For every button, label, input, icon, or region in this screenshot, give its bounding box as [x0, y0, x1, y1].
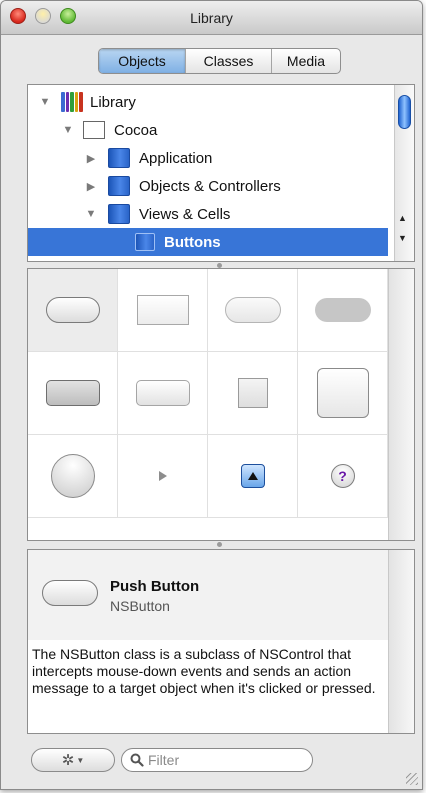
push-button-preview-icon — [42, 580, 98, 606]
object-name: Push Button — [110, 578, 200, 595]
palette-item-textured-rounded-button[interactable] — [28, 352, 118, 435]
scroll-thumb[interactable] — [398, 95, 411, 129]
library-books-icon — [61, 92, 83, 112]
object-palette: ? — [27, 268, 415, 541]
rounded-rect-button-icon — [224, 297, 281, 323]
object-info-panel: Push Button NSButton The NSButton class … — [27, 549, 415, 734]
tree-item-library[interactable]: ▼ Library — [28, 88, 388, 116]
object-class: NSButton — [110, 598, 170, 614]
palette-item-recessed-button[interactable] — [298, 269, 388, 352]
disclosure-expanded-icon[interactable]: ▼ — [38, 96, 52, 108]
outline-scrollbar[interactable]: ▲ ▼ — [394, 85, 414, 261]
disclosure-expanded-icon[interactable]: ▼ — [61, 124, 75, 136]
tab-objects[interactable]: Objects — [99, 49, 186, 73]
blue-folder-icon — [108, 176, 130, 196]
palette-scrollbar[interactable] — [388, 269, 414, 540]
tree-item-buttons[interactable]: Buttons — [28, 228, 388, 256]
palette-item-bevel-button[interactable] — [208, 352, 298, 435]
disclosure-collapsed-icon[interactable]: ▶ — [84, 180, 98, 193]
tree-item-label: Buttons — [164, 233, 221, 251]
info-scrollbar[interactable] — [388, 550, 414, 733]
chevron-down-icon: ▼ — [76, 755, 85, 765]
tab-classes[interactable]: Classes — [186, 49, 272, 73]
palette-item-help-button[interactable]: ? — [298, 435, 388, 518]
push-button-icon — [45, 297, 100, 323]
tree-item-views-cells[interactable]: ▼ Views & Cells — [28, 200, 388, 228]
disclosure-collapsed-icon[interactable]: ▶ — [84, 152, 98, 165]
filter-input[interactable] — [148, 752, 298, 768]
tree-item-label: Views & Cells — [139, 205, 231, 223]
tab-media[interactable]: Media — [272, 49, 340, 73]
blue-folder-icon — [135, 233, 155, 251]
tree-item-label: Library — [90, 93, 136, 111]
blue-folder-icon — [108, 148, 130, 168]
disclosure-expanded-icon[interactable]: ▼ — [84, 208, 98, 220]
palette-item-rounded-rect-button[interactable] — [208, 269, 298, 352]
library-tab-control: Objects Classes Media — [98, 48, 341, 74]
tree-item-objects-controllers[interactable]: ▶ Objects & Controllers — [28, 172, 388, 200]
palette-item-round-button[interactable] — [28, 435, 118, 518]
palette-item-push-button[interactable] — [28, 269, 118, 352]
palette-item-disclosure-button[interactable] — [208, 435, 298, 518]
window-title: Library — [190, 10, 233, 26]
disclosure-button-icon — [240, 464, 265, 488]
bevel-button-icon — [237, 378, 268, 408]
help-button-icon: ? — [330, 464, 355, 488]
action-menu-button[interactable]: ✲ ▼ — [31, 748, 115, 772]
scroll-up-arrow-icon[interactable]: ▲ — [398, 213, 407, 223]
tree-item-label: Application — [139, 149, 213, 167]
blue-folder-icon — [108, 204, 130, 224]
divider-handle-icon — [217, 542, 222, 547]
gear-icon: ✲ — [61, 752, 75, 769]
textured-rounded-button-icon — [45, 380, 100, 406]
tree-item-label: Objects & Controllers — [139, 177, 281, 195]
palette-item-disclosure-triangle[interactable] — [118, 435, 208, 518]
large-bevel-button-icon — [316, 368, 369, 418]
tree-item-label: Cocoa — [114, 121, 158, 139]
resize-grip-icon[interactable] — [406, 773, 418, 785]
search-icon — [130, 753, 144, 767]
split-view-divider[interactable] — [1, 541, 422, 549]
disclosure-triangle-icon — [158, 471, 167, 481]
gradient-button-icon — [135, 380, 190, 406]
filter-field[interactable] — [121, 748, 313, 772]
tree-item-cocoa[interactable]: ▼ Cocoa — [28, 116, 388, 144]
object-description: The NSButton class is a subclass of NSCo… — [32, 646, 376, 696]
palette-item-large-bevel-button[interactable] — [298, 352, 388, 435]
palette-item-gradient-button[interactable] — [118, 352, 208, 435]
tree-item-application[interactable]: ▶ Application — [28, 144, 388, 172]
square-button-icon — [136, 295, 189, 325]
white-folder-icon — [83, 121, 105, 139]
title-bar: Library — [1, 1, 422, 35]
library-window: Library Objects Classes Media ▼ Library … — [0, 0, 423, 790]
recessed-button-icon — [314, 298, 371, 322]
palette-item-square-button[interactable] — [118, 269, 208, 352]
scroll-down-arrow-icon[interactable]: ▼ — [398, 233, 407, 243]
library-outline: ▼ Library ▼ Cocoa ▶ Application ▶ Object… — [27, 84, 415, 262]
round-button-icon — [50, 454, 95, 498]
